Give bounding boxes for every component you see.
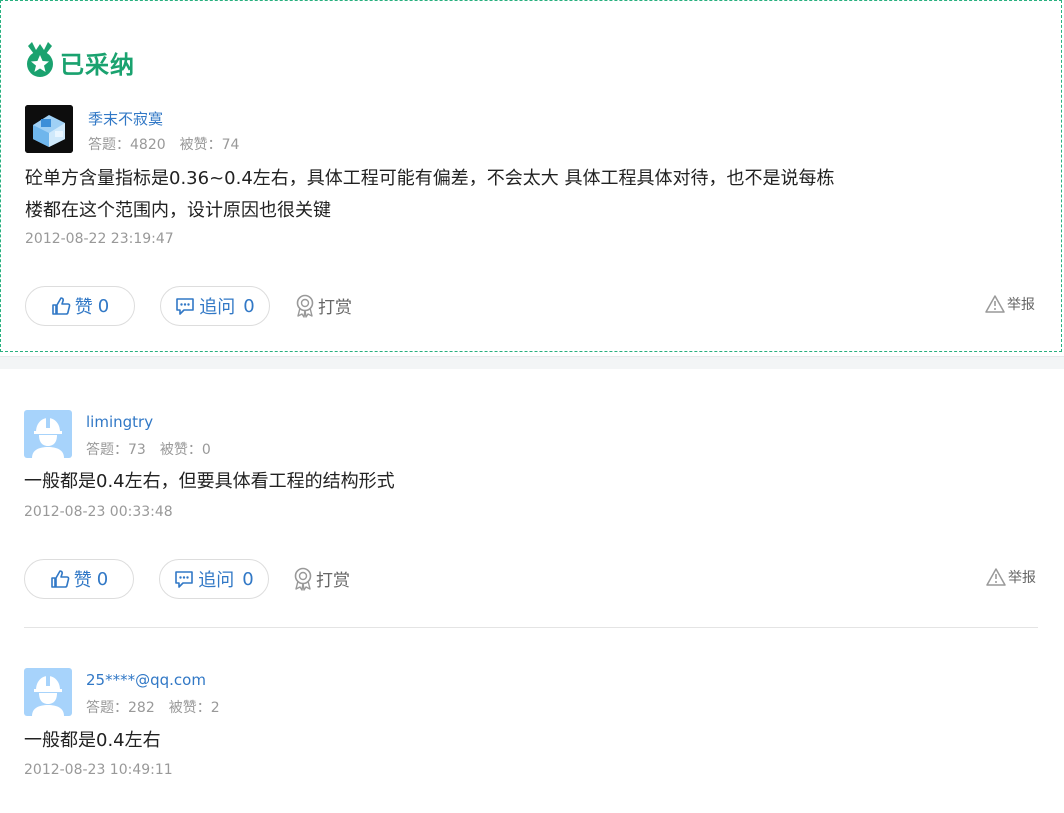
answer-content-line: 砼单方含量指标是0.36~0.4左右，具体工程可能有偏差，不会太大 具体工程具体… xyxy=(25,168,835,189)
avatar[interactable] xyxy=(24,410,72,458)
follow-up-label: 追问 xyxy=(198,570,235,591)
answer-content: 砼单方含量指标是0.36~0.4左右，具体工程可能有偏差，不会太大 具体工程具体… xyxy=(25,163,1005,227)
follow-up-count: 0 xyxy=(243,295,255,317)
like-count: 0 xyxy=(96,568,109,590)
like-label: 赞 xyxy=(74,297,93,318)
follow-up-label: 追问 xyxy=(199,297,236,318)
follow-up-count: 0 xyxy=(242,568,254,590)
username[interactable]: 季末不寂寞 xyxy=(88,108,163,129)
answer-content-line: 一般都是0.4左右 xyxy=(24,730,161,751)
report-button[interactable]: 举报 xyxy=(985,294,1035,314)
accepted-header: 已采纳 xyxy=(26,42,135,82)
answer-time: 2012-08-23 10:49:11 xyxy=(24,762,173,778)
username[interactable]: limingtry xyxy=(86,413,153,431)
comment-icon xyxy=(176,298,195,315)
user-stats: 答题：73 被赞：0 xyxy=(86,439,211,459)
like-count: 0 xyxy=(97,295,110,317)
liked-count: 被赞：2 xyxy=(168,700,220,716)
answer-time: 2012-08-23 00:33:48 xyxy=(24,504,173,520)
tip-label: 打赏 xyxy=(316,571,350,591)
answer-time: 2012-08-22 23:19:47 xyxy=(25,231,174,247)
user-stats: 答题：282 被赞：2 xyxy=(86,697,220,717)
report-button[interactable]: 举报 xyxy=(986,567,1036,587)
liked-count: 被赞：0 xyxy=(159,442,211,458)
answer-count: 答题：4820 xyxy=(88,137,166,153)
answer-content-line: 楼都在这个范围内，设计原因也很关键 xyxy=(25,200,331,221)
warning-icon xyxy=(986,568,1006,586)
report-label: 举报 xyxy=(1008,570,1036,586)
medal-icon xyxy=(26,42,54,82)
thumbs-up-icon xyxy=(50,570,70,588)
answer-content: 一般都是0.4左右 xyxy=(24,725,161,757)
warning-icon xyxy=(985,295,1005,313)
follow-up-button[interactable]: 追问 0 xyxy=(159,559,269,599)
user-stats: 答题：4820 被赞：74 xyxy=(88,134,239,154)
report-label: 举报 xyxy=(1007,297,1035,313)
like-label: 赞 xyxy=(73,570,92,591)
avatar[interactable] xyxy=(24,668,72,716)
liked-count: 被赞：74 xyxy=(179,137,240,153)
tip-ribbon-icon xyxy=(296,294,314,318)
avatar[interactable] xyxy=(25,105,73,153)
thumbs-up-icon xyxy=(51,297,71,315)
username[interactable]: 25****@qq.com xyxy=(86,671,206,689)
answer-divider xyxy=(24,627,1038,628)
tip-label: 打赏 xyxy=(318,298,352,318)
section-divider xyxy=(0,356,1064,369)
accepted-label: 已采纳 xyxy=(60,50,135,79)
tip-button[interactable]: 打赏 xyxy=(292,566,350,591)
answer-count: 答题：282 xyxy=(86,700,155,716)
like-button[interactable]: 赞 0 xyxy=(25,286,135,326)
tip-button[interactable]: 打赏 xyxy=(294,293,352,318)
tip-ribbon-icon xyxy=(294,567,312,591)
answer-content-line: 一般都是0.4左右，但要具体看工程的结构形式 xyxy=(24,471,395,492)
answer-content: 一般都是0.4左右，但要具体看工程的结构形式 xyxy=(24,466,395,498)
comment-icon xyxy=(175,571,194,588)
answer-count: 答题：73 xyxy=(86,442,146,458)
like-button[interactable]: 赞 0 xyxy=(24,559,134,599)
follow-up-button[interactable]: 追问 0 xyxy=(160,286,270,326)
